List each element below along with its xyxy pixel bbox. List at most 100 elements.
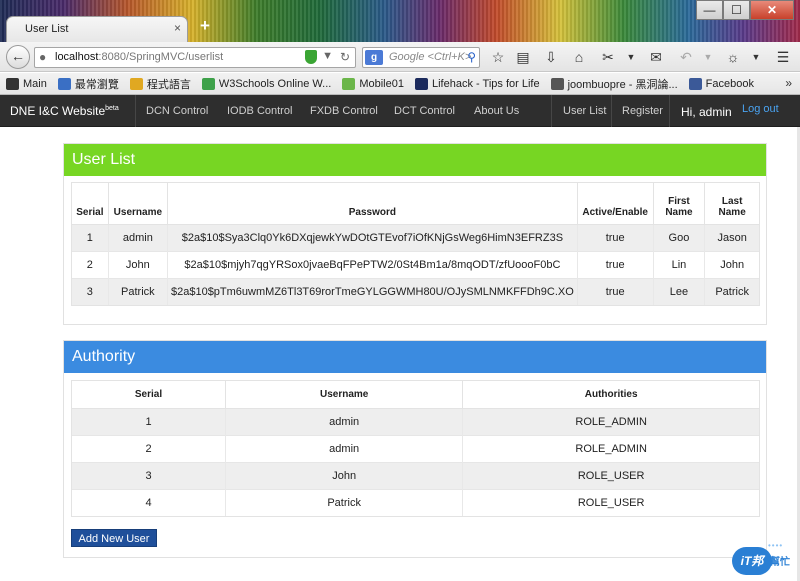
cell-first-name: Lin	[653, 250, 706, 278]
address-bar[interactable]: ● localhost:8080/SpringMVC/userlist ▼ ↻	[34, 47, 356, 68]
nav-fxdb-control[interactable]: FXDB Control	[300, 95, 388, 127]
nav-user-list[interactable]: User List	[553, 95, 616, 127]
user-table-container: Serial Username Password Active/Enable F…	[71, 182, 760, 306]
column-header: Username	[108, 183, 168, 225]
cell-password: $2a$10$Sya3Clq0Yk6DXqjewkYwDOtGTEvof7iOf…	[167, 224, 578, 251]
cell-first-name: Lee	[653, 277, 706, 305]
cell-serial: 2	[72, 250, 109, 278]
bookmark-most-visited[interactable]: 最常瀏覽	[57, 76, 119, 92]
table-row: 1 admin $2a$10$Sya3Clq0Yk6DXqjewkYwDOtGT…	[72, 224, 759, 251]
url-host: localhost	[55, 51, 99, 63]
search-input[interactable]: Google <Ctrl+K>	[389, 51, 471, 63]
crop-icon[interactable]: ✂	[597, 46, 619, 68]
bookmark-joombuopre[interactable]: joombuopre - 黑洞論...	[550, 76, 678, 92]
authority-table-header: Serial Username Authorities	[72, 381, 759, 409]
cell-serial: 2	[72, 434, 227, 462]
undo-icon[interactable]: ↶	[675, 46, 697, 68]
bookmark-label: 程式語言	[146, 78, 191, 91]
bookmark-w3schools[interactable]: W3Schools Online W...	[201, 77, 332, 90]
cell-username: Patrick	[225, 488, 464, 516]
cell-serial: 4	[72, 488, 227, 516]
user-table-header: Serial Username Password Active/Enable F…	[72, 183, 759, 225]
nav-divider	[551, 95, 552, 127]
logout-link[interactable]: Log out	[742, 103, 779, 115]
nav-about-us[interactable]: About Us	[464, 95, 529, 127]
add-new-user-button[interactable]: Add New User	[71, 529, 157, 547]
table-row: 4 Patrick ROLE_USER	[72, 488, 759, 516]
addon-dropdown-icon[interactable]: ▼	[745, 46, 767, 68]
back-button[interactable]: ←	[6, 45, 30, 69]
bookmark-label: Facebook	[705, 77, 754, 90]
authority-table-container: Serial Username Authorities 1 admin ROLE…	[71, 380, 760, 517]
user-list-title: User List	[64, 144, 766, 176]
cell-authority: ROLE_USER	[462, 461, 759, 489]
joombuopre-icon	[550, 77, 564, 90]
page-icon	[6, 77, 19, 90]
cell-active: true	[577, 277, 654, 305]
nav-dct-control[interactable]: DCT Control	[384, 95, 465, 127]
downloads-icon[interactable]: ⇩	[540, 46, 562, 68]
cell-active: true	[577, 250, 654, 278]
bookmark-programming[interactable]: 程式語言	[129, 76, 191, 92]
bookmark-star-icon[interactable]: ☆	[487, 46, 509, 68]
crop-dropdown-icon[interactable]: ▼	[620, 46, 642, 68]
bookmark-facebook[interactable]: Facebook	[688, 77, 754, 90]
addon-icon[interactable]: ☼	[722, 46, 744, 68]
bookmark-main[interactable]: Main	[6, 77, 47, 90]
star-icon	[57, 77, 71, 90]
search-bar[interactable]: g Google <Ctrl+K> ⚲	[362, 47, 480, 68]
globe-icon: ●	[39, 50, 47, 64]
tab-close-icon[interactable]: ×	[174, 21, 181, 35]
cell-username: admin	[225, 434, 464, 462]
nav-dcn-control[interactable]: DCN Control	[136, 95, 218, 127]
user-greeting: Hi, admin	[681, 105, 732, 119]
cell-authority: ROLE_USER	[462, 488, 759, 516]
cell-password: $2a$10$pTm6uwmMZ6Tl3T69rorTmeGYLGGWMH80U…	[167, 277, 578, 305]
bookmark-lifehack[interactable]: Lifehack - Tips for Life	[414, 77, 540, 90]
cell-password: $2a$10$mjyh7qgYRSox0jvaeBqFPePTW2/0St4Bm…	[167, 250, 578, 278]
reload-icon[interactable]: ↻	[340, 50, 350, 64]
comment-icon[interactable]: ✉	[645, 46, 667, 68]
table-row: 3 John ROLE_USER	[72, 461, 759, 489]
bookmarks-overflow-icon[interactable]: »	[785, 76, 792, 90]
google-icon[interactable]: g	[365, 50, 383, 65]
cell-username: admin	[108, 224, 168, 251]
bookmark-label: W3Schools Online W...	[218, 77, 332, 90]
authority-table: Serial Username Authorities 1 admin ROLE…	[72, 381, 759, 516]
undo-dropdown-icon[interactable]: ▼	[697, 46, 719, 68]
column-header: Password	[167, 183, 578, 225]
watermark-dots: ••••	[768, 541, 784, 550]
shield-icon[interactable]	[305, 50, 317, 64]
bookmarks-bar: Main 最常瀏覽 程式語言 W3Schools Online W... Mob…	[0, 73, 800, 95]
maximize-button[interactable]: ☐	[723, 0, 750, 20]
new-tab-button[interactable]: +	[197, 16, 213, 36]
brand-name: DNE I&C Website	[10, 104, 106, 118]
cell-username: admin	[225, 408, 464, 435]
brand-logo[interactable]: DNE I&C Websitebeta	[10, 104, 119, 118]
cell-last-name: Jason	[704, 224, 759, 251]
bookmark-mobile01[interactable]: Mobile01	[342, 77, 404, 90]
minimize-button[interactable]: —	[696, 0, 723, 20]
menu-icon[interactable]: ☰	[772, 46, 794, 68]
mobile01-icon	[342, 77, 356, 90]
bookmark-label: Main	[23, 77, 47, 90]
url-path: :8080/SpringMVC/userlist	[98, 51, 224, 63]
cell-username: John	[225, 461, 464, 489]
table-row: 2 John $2a$10$mjyh7qgYRSox0jvaeBqFPePTW2…	[72, 250, 759, 278]
cell-first-name: Goo	[653, 224, 706, 251]
url-text[interactable]: localhost:8080/SpringMVC/userlist	[55, 51, 223, 63]
tab-user-list[interactable]: User List ×	[6, 16, 188, 42]
home-icon[interactable]: ⌂	[568, 46, 590, 68]
watermark-text: 幫忙	[770, 557, 790, 568]
close-window-button[interactable]: ✕	[750, 0, 794, 20]
bookmark-label: Lifehack - Tips for Life	[431, 77, 540, 90]
w3-icon	[201, 77, 215, 90]
cell-serial: 3	[72, 461, 227, 489]
dropdown-chevron-icon[interactable]: ▼	[322, 50, 333, 62]
cell-last-name: John	[704, 250, 759, 278]
search-icon[interactable]: ⚲	[467, 50, 476, 64]
nav-iodb-control[interactable]: IODB Control	[217, 95, 302, 127]
column-header: Last Name	[704, 183, 759, 225]
bookmarks-list-icon[interactable]: ▤	[512, 46, 534, 68]
nav-register[interactable]: Register	[612, 95, 673, 127]
